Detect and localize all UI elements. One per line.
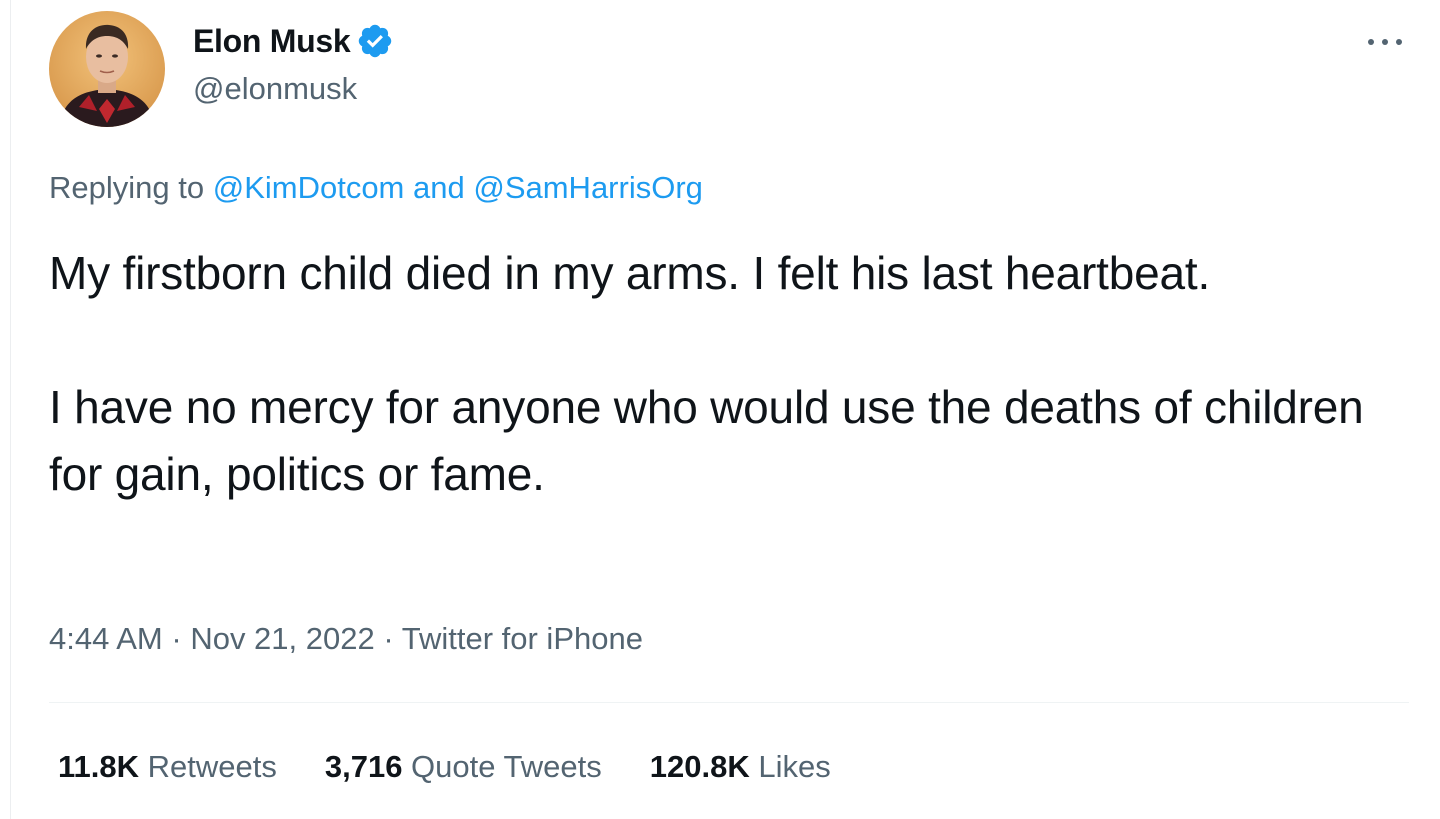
retweets-count: 11.8K xyxy=(58,749,140,784)
meta-separator: · xyxy=(162,621,191,656)
reply-context: Replying to @KimDotcom and @SamHarrisOrg xyxy=(49,166,703,210)
retweets-label: Retweets xyxy=(139,749,277,784)
left-border xyxy=(10,0,11,819)
more-horizontal-icon[interactable] xyxy=(1362,26,1412,58)
mention-samharrisorg[interactable]: @SamHarrisOrg xyxy=(473,170,703,205)
likes-stat[interactable]: 120.8K Likes xyxy=(650,745,831,789)
display-name[interactable]: Elon Musk xyxy=(193,18,351,64)
quote-tweets-stat[interactable]: 3,716 Quote Tweets xyxy=(325,745,602,789)
divider xyxy=(49,702,1409,703)
verified-badge-icon xyxy=(356,22,394,60)
tweet-source[interactable]: Twitter for iPhone xyxy=(402,621,643,656)
author-handle[interactable]: @elonmusk xyxy=(193,68,357,110)
tweet-paragraph: I have no mercy for anyone who would use… xyxy=(49,381,1364,500)
likes-label: Likes xyxy=(749,749,831,784)
reply-conjunction: and xyxy=(404,170,474,205)
avatar[interactable] xyxy=(49,11,165,127)
tweet-time[interactable]: 4:44 AM xyxy=(49,621,163,656)
tweet-meta: 4:44 AM · Nov 21, 2022 · Twitter for iPh… xyxy=(49,617,643,661)
meta-separator: · xyxy=(374,621,402,656)
tweet-stats: 11.8K Retweets 3,716 Quote Tweets 120.8K… xyxy=(58,745,879,789)
quote-tweets-label: Quote Tweets xyxy=(402,749,602,784)
tweet-date[interactable]: Nov 21, 2022 xyxy=(190,621,374,656)
likes-count: 120.8K xyxy=(649,749,750,784)
retweets-stat[interactable]: 11.8K Retweets xyxy=(58,745,277,789)
reply-prefix: Replying to xyxy=(49,170,213,205)
quote-tweets-count: 3,716 xyxy=(324,749,403,784)
mention-kimdotcom[interactable]: @KimDotcom xyxy=(213,170,405,205)
avatar-image xyxy=(49,11,165,127)
tweet-paragraph: My firstborn child died in my arms. I fe… xyxy=(49,247,1211,299)
author-name-row: Elon Musk xyxy=(193,18,394,64)
tweet-text: My firstborn child died in my arms. I fe… xyxy=(49,240,1409,508)
